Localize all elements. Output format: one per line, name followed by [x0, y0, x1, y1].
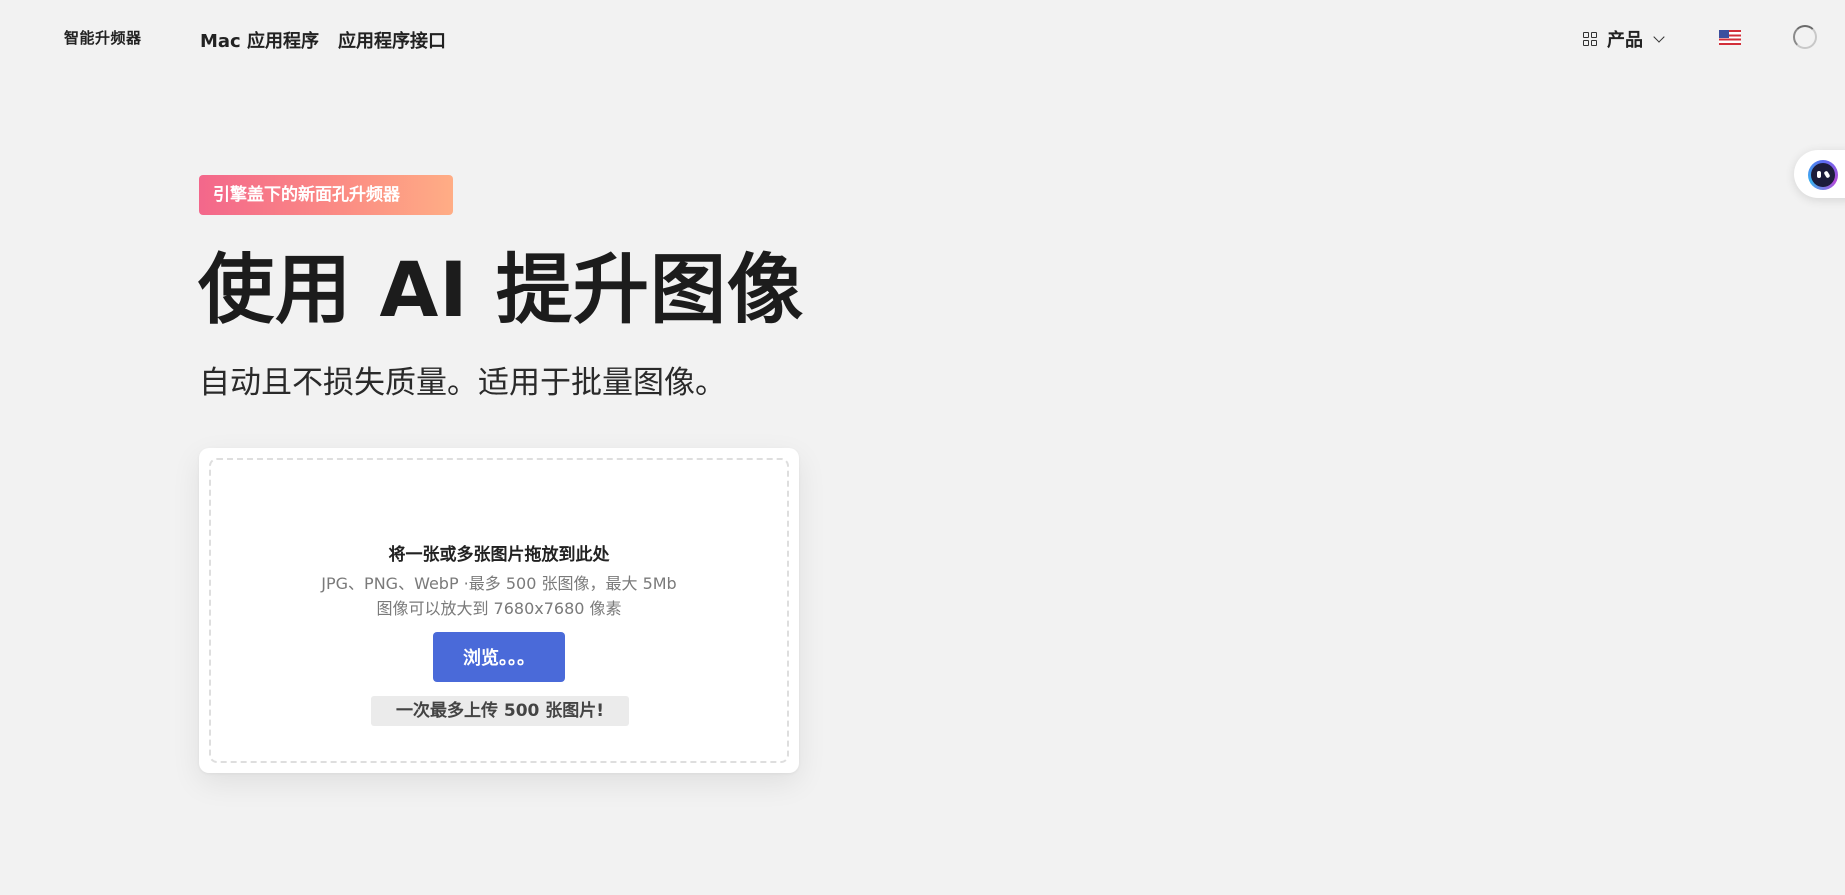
nav-api[interactable]: 应用程序接口 — [338, 27, 446, 53]
upload-card: 将一张或多张图片拖放到此处 JPG、PNG、WebP ·最多 500 张图像，最… — [199, 448, 799, 773]
us-flag-icon[interactable] — [1719, 30, 1741, 45]
page-subtitle: 自动且不损失质量。适用于批量图像。 — [199, 365, 726, 401]
dropzone-formats: JPG、PNG、WebP ·最多 500 张图像，最大 5Mb — [321, 574, 677, 593]
product-menu-label: 产品 — [1607, 30, 1643, 51]
browse-button[interactable]: 浏览。。。 — [433, 632, 565, 682]
nav-mac-app[interactable]: Mac 应用程序 — [200, 27, 319, 53]
assistant-launcher[interactable] — [1794, 150, 1845, 198]
product-menu-button[interactable]: 产品 — [1583, 26, 1665, 52]
hero-badge: 引擎盖下的新面孔升频器 — [199, 175, 453, 215]
grid-icon — [1583, 32, 1597, 46]
chevron-down-icon — [1653, 30, 1665, 43]
image-dropzone[interactable]: 将一张或多张图片拖放到此处 JPG、PNG、WebP ·最多 500 张图像，最… — [209, 458, 789, 763]
site-logo[interactable]: 智能升频器 — [64, 27, 142, 48]
page-title: 使用 AI 提升图像 — [198, 245, 805, 334]
assistant-bot-icon — [1808, 160, 1838, 190]
dropzone-title: 将一张或多张图片拖放到此处 — [388, 545, 610, 565]
loading-spinner-icon — [1793, 25, 1817, 49]
upload-limit-note: 一次最多上传 500 张图片! — [371, 696, 629, 726]
site-header: 智能升频器 Mac 应用程序 应用程序接口 产品 — [0, 0, 1845, 78]
dropzone-max-size: 图像可以放大到 7680x7680 像素 — [376, 599, 622, 618]
